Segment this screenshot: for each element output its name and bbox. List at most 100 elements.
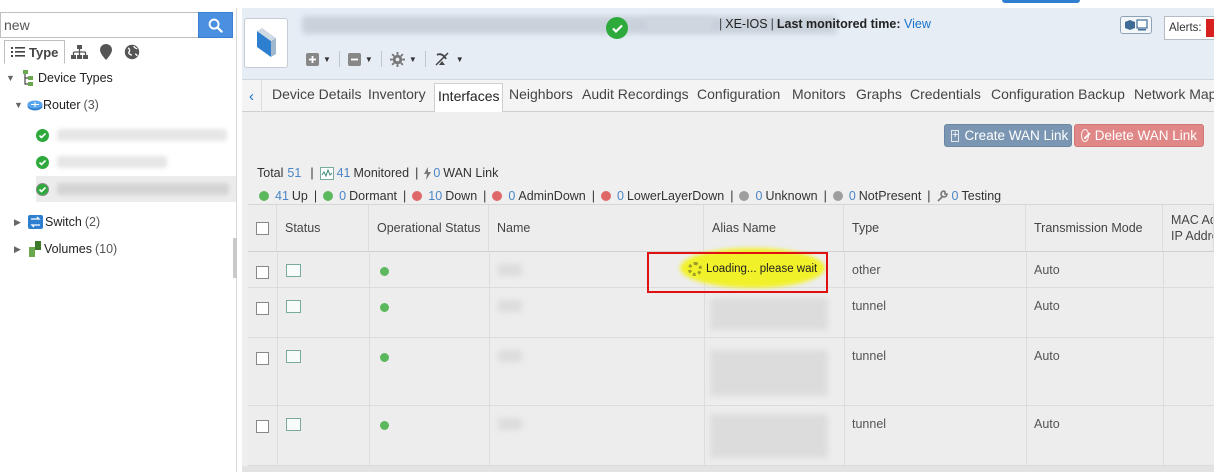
status-up-icon <box>380 303 389 312</box>
map-pin-icon <box>100 44 113 60</box>
column-header-alias-name[interactable]: Alias Name <box>704 205 844 252</box>
row-checkbox[interactable] <box>256 352 269 365</box>
chevron-right-icon[interactable]: ▶ <box>14 217 24 228</box>
tab-location-view[interactable] <box>94 40 118 64</box>
top-accent <box>1002 0 1080 3</box>
remove-menu-button[interactable]: ▼ <box>347 52 373 66</box>
down-count[interactable]: 10 <box>428 189 442 203</box>
column-header-status[interactable]: Status <box>277 205 369 252</box>
delete-wan-link-button[interactable]: Delete WAN Link <box>1074 124 1204 147</box>
os-label: XE-IOS <box>725 17 768 31</box>
testing-count[interactable]: 0 <box>952 189 959 203</box>
search-input[interactable] <box>0 12 198 38</box>
row-checkbox[interactable] <box>256 302 269 315</box>
status-unknown-icon <box>739 191 750 201</box>
notpresent-count[interactable]: 0 <box>849 189 856 203</box>
monitor-menu-button[interactable]: ▼ <box>434 51 464 67</box>
tab-neighbors[interactable]: Neighbors <box>509 86 573 102</box>
tree-node-switch[interactable]: ▶ Switch (2) <box>14 212 100 232</box>
tab-monitors[interactable]: Monitors <box>792 86 846 102</box>
status-up-icon <box>380 267 389 276</box>
sidebar-scrollbar[interactable] <box>233 238 237 278</box>
search-button[interactable] <box>198 12 233 38</box>
tab-inventory[interactable]: Inventory <box>368 86 426 102</box>
tab-interfaces[interactable]: Interfaces <box>434 83 504 113</box>
column-label: Name <box>497 221 531 235</box>
graph-icon[interactable] <box>286 418 301 431</box>
row-transmission-mode: Auto <box>1034 299 1060 313</box>
tab-configuration[interactable]: Configuration <box>697 86 780 102</box>
row-checkbox[interactable] <box>256 420 269 433</box>
column-header-transmission-mode[interactable]: Transmission Mode <box>1026 205 1163 252</box>
graph-icon[interactable] <box>286 350 301 363</box>
status-ok-icon <box>36 155 49 169</box>
lowerlayerdown-count[interactable]: 0 <box>617 189 624 203</box>
create-wan-link-button[interactable]: + Create WAN Link <box>944 124 1072 147</box>
up-count[interactable]: 41 <box>275 189 289 203</box>
row-checkbox[interactable] <box>256 266 269 279</box>
search-icon <box>208 18 223 33</box>
total-count[interactable]: 51 <box>287 166 301 180</box>
tree-leaf-device[interactable] <box>36 122 236 148</box>
tab-credentials[interactable]: Credentials <box>910 86 981 102</box>
dormant-count[interactable]: 0 <box>339 189 346 203</box>
monitored-count[interactable]: 41 <box>337 166 351 180</box>
chevron-right-icon[interactable]: ▶ <box>14 244 24 255</box>
tree-label: Switch <box>45 215 82 229</box>
redacted-device-name <box>57 156 167 168</box>
wan-count[interactable]: 0 <box>433 166 440 180</box>
wan-link-icon <box>424 166 432 180</box>
tab-type-view[interactable]: Type <box>4 40 66 64</box>
table-row[interactable]: tunnel Auto <box>248 338 1214 406</box>
horizontal-scrollbar[interactable] <box>242 466 1214 472</box>
last-monitored-view-link[interactable]: View <box>904 17 931 31</box>
graph-icon[interactable] <box>286 264 301 277</box>
layout-toggle-button[interactable] <box>1120 16 1152 34</box>
tree-label: Volumes <box>44 242 92 256</box>
tab-graphs[interactable]: Graphs <box>856 86 902 102</box>
plus-icon: + <box>951 129 960 142</box>
unknown-count[interactable]: 0 <box>755 189 762 203</box>
tab-scroll-left-button[interactable]: ‹ <box>242 80 262 112</box>
column-header-type[interactable]: Type <box>844 205 1026 252</box>
tab-network-map[interactable]: Network Map <box>1134 86 1214 102</box>
tree-leaf-device[interactable] <box>36 149 236 175</box>
chevron-down-icon: ▼ <box>408 54 417 64</box>
list-icon <box>11 47 25 57</box>
tab-audit-recordings[interactable]: Audit Recordings <box>582 86 689 102</box>
graph-icon[interactable] <box>286 300 301 313</box>
add-menu-button[interactable]: ▼ <box>306 52 331 66</box>
alerts-count-badge[interactable] <box>1206 19 1214 37</box>
minus-icon <box>347 52 361 66</box>
table-row[interactable]: tunnel Auto <box>248 406 1214 466</box>
tab-hierarchy-view[interactable] <box>65 40 94 64</box>
tab-global-view[interactable] <box>118 40 146 64</box>
column-header-name[interactable]: Name <box>489 205 704 252</box>
tree-leaf-device-selected[interactable] <box>36 176 236 202</box>
tree-node-volumes[interactable]: ▶ Volumes (10) <box>14 239 117 259</box>
table-row[interactable]: tunnel Auto <box>248 288 1214 338</box>
tab-device-details[interactable]: Device Details <box>272 86 361 102</box>
select-all-checkbox[interactable] <box>256 222 269 235</box>
tree-node-router[interactable]: ▼ Router (3) <box>14 95 99 115</box>
admindown-count[interactable]: 0 <box>508 189 515 203</box>
hierarchy-icon <box>71 45 89 59</box>
column-header-mac-ip[interactable]: MAC Add IP Addre <box>1163 205 1214 252</box>
tree-label: Router <box>43 98 81 112</box>
column-header-operational-status[interactable]: Operational Status <box>369 205 489 252</box>
tab-configuration-backup[interactable]: Configuration Backup <box>991 86 1125 102</box>
redacted-alias <box>710 414 828 458</box>
chevron-down-icon[interactable]: ▼ <box>6 73 16 83</box>
chevron-down-icon[interactable]: ▼ <box>14 100 24 110</box>
redacted-alias <box>710 350 828 396</box>
row-type: tunnel <box>852 349 887 363</box>
admindown-label: AdminDown <box>518 189 586 203</box>
settings-menu-button[interactable]: ▼ <box>389 51 417 67</box>
status-notpresent-icon <box>832 191 843 201</box>
gear-icon <box>389 51 405 67</box>
status-up-icon <box>380 353 389 362</box>
tree-node-device-types[interactable]: ▼ Device Types <box>6 68 113 88</box>
row-transmission-mode: Auto <box>1034 263 1060 277</box>
column-label: Alias Name <box>712 221 776 235</box>
wrench-icon <box>936 190 948 202</box>
